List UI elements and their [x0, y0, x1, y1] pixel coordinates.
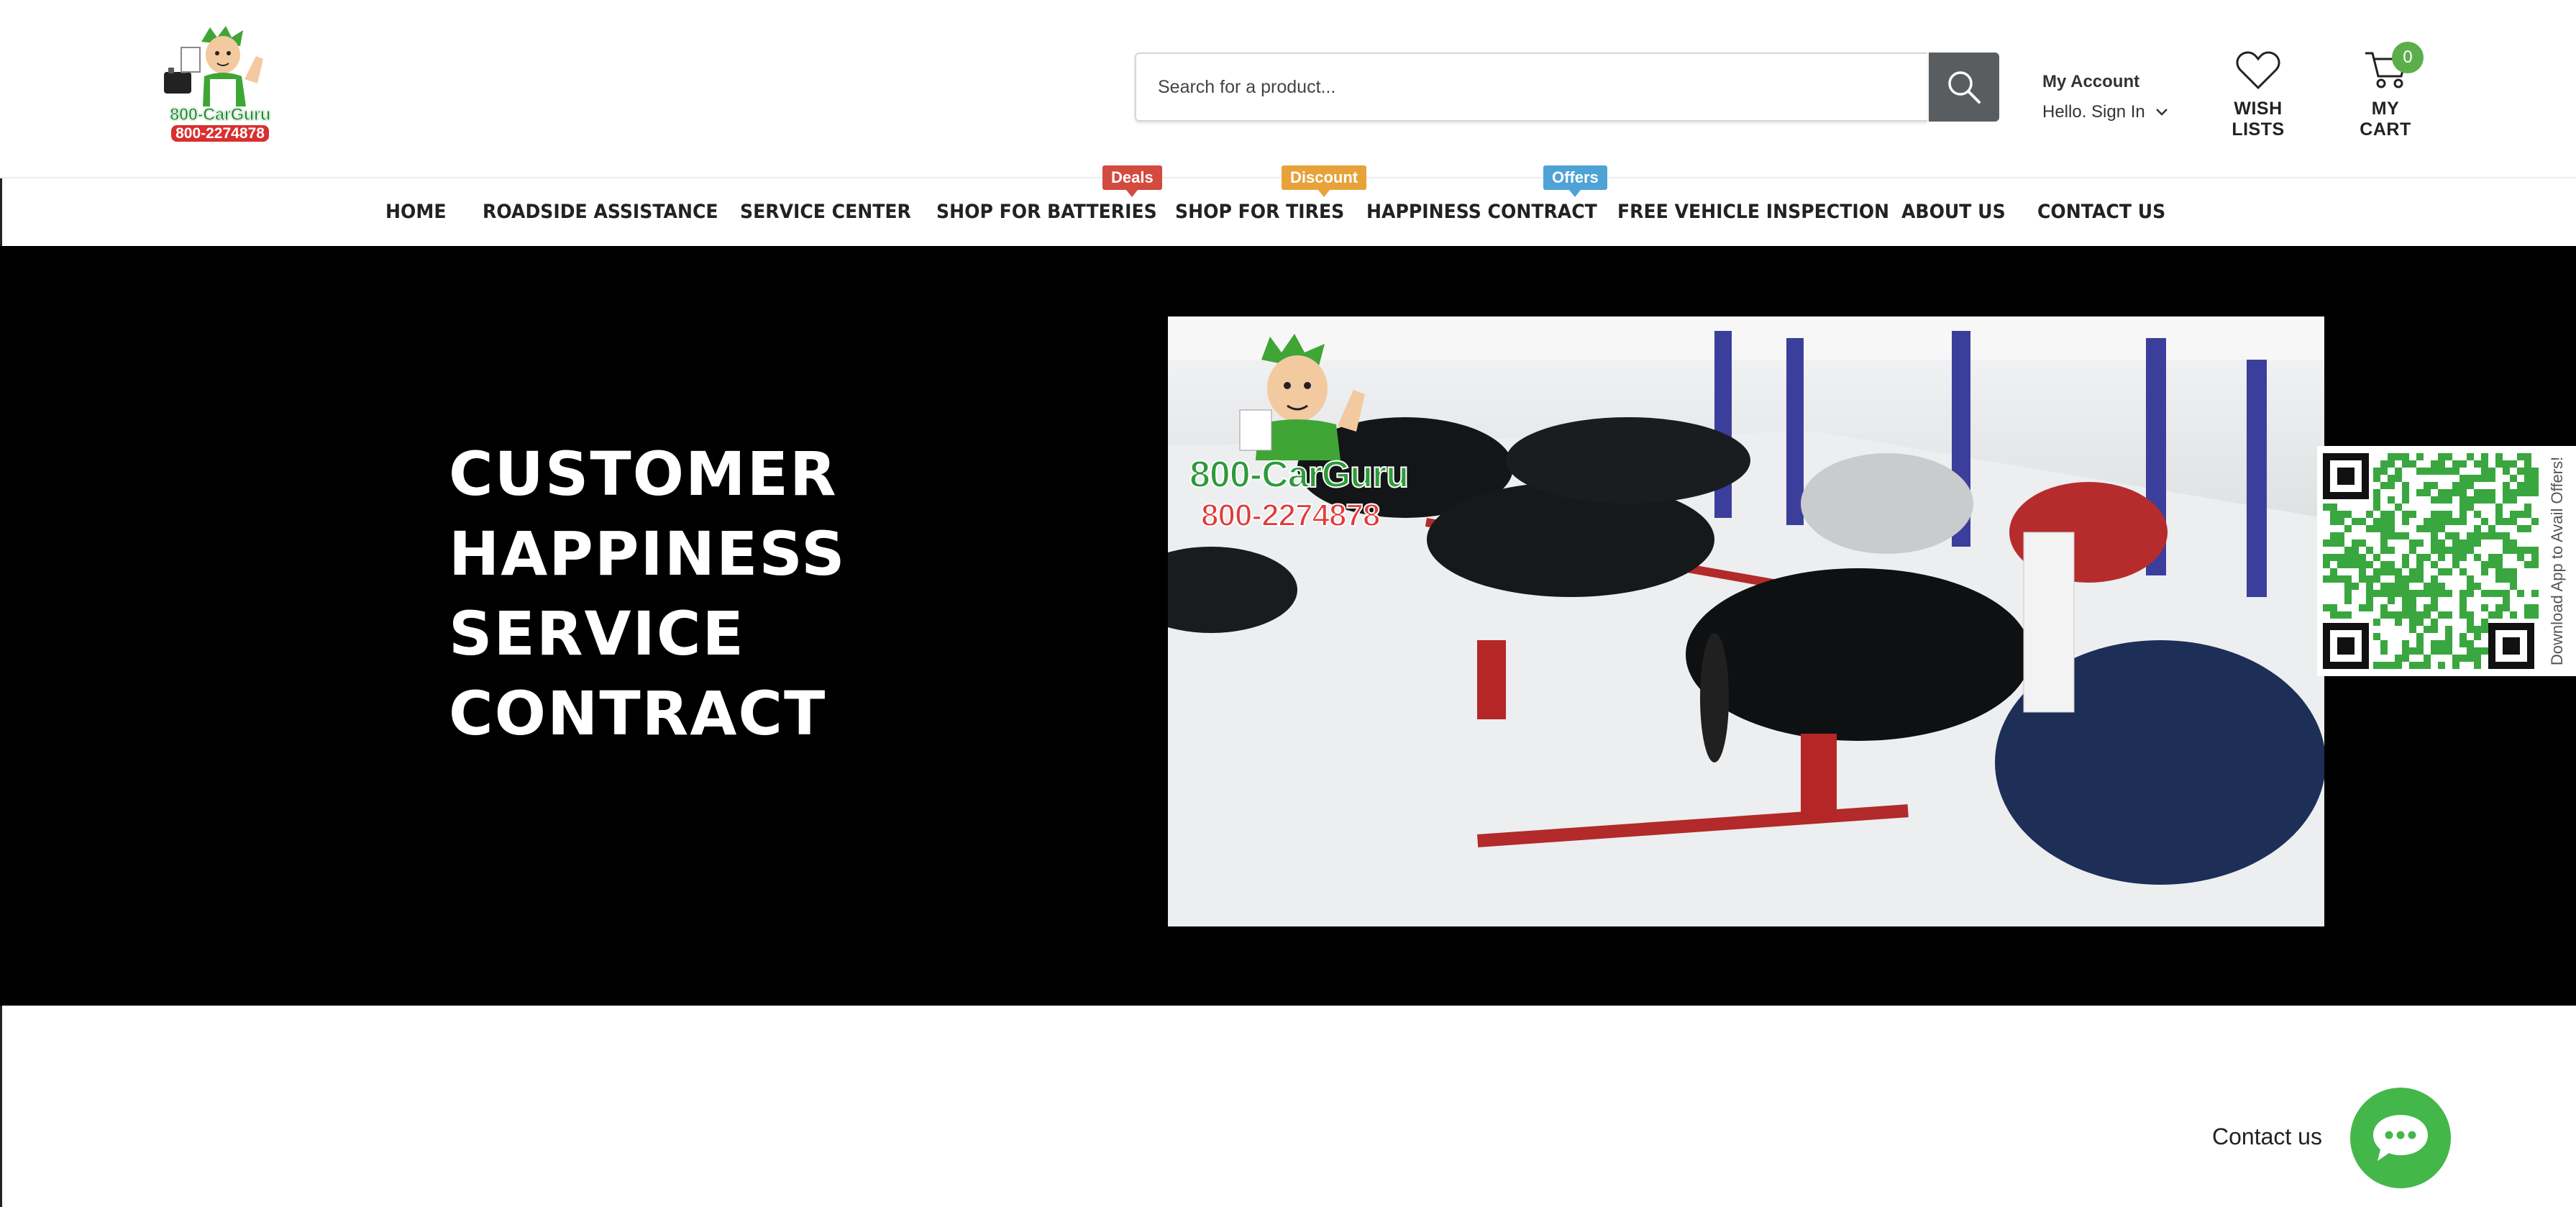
chevron-down-icon — [2155, 109, 2168, 116]
wishlist-button[interactable]: WISH LISTS — [2209, 50, 2307, 140]
qr-code-image — [2323, 453, 2539, 669]
logo-phone-text: 800-2274878 — [160, 125, 280, 142]
app-download-qr-code[interactable] — [2317, 446, 2540, 676]
nav-item-service-center[interactable]: SERVICE CENTER — [740, 178, 911, 246]
deals-badge: Deals — [1102, 165, 1162, 197]
sign-in-link[interactable]: Hello. Sign In — [2042, 102, 2168, 122]
nav-item-roadside-assistance[interactable]: ROADSIDE ASSISTANCE — [483, 178, 718, 246]
offers-badge: Offers — [1543, 165, 1607, 197]
search-input[interactable] — [1135, 53, 1927, 122]
cart-button[interactable]: 0 MY CART — [2346, 42, 2425, 140]
hero-banner: CUSTOMER HAPPINESS SERVICE CONTRACT 800-… — [0, 246, 2576, 1006]
contact-us-label[interactable]: Contact us — [2212, 1124, 2322, 1150]
nav-item-contact-us[interactable]: CONTACT US — [2037, 178, 2165, 246]
mascot-image — [164, 26, 263, 106]
chat-bubble-icon — [2373, 1115, 2428, 1161]
video-overlay-brand: 800-CarGuru — [1189, 453, 1410, 496]
nav-item-home[interactable]: HOME — [385, 178, 447, 246]
cart-label: MY CART — [2360, 99, 2411, 140]
discount-badge: Discount — [1282, 165, 1367, 197]
logo-phone-number: 800-2274878 — [171, 125, 269, 142]
service-center-video[interactable]: 800-CarGuru 800-2274878 — [1168, 316, 2324, 926]
cart-count-badge: 0 — [2392, 42, 2424, 73]
qr-caption-strip: Download App to Avail Offers! — [2539, 446, 2576, 676]
mascot-image — [1239, 334, 1365, 460]
hero-title-line: HAPPINESS — [449, 519, 846, 589]
hero-title-line: CUSTOMER — [449, 439, 838, 509]
account-title: My Account — [2042, 72, 2140, 91]
wishlist-label: WISH LISTS — [2232, 99, 2285, 140]
hero-title-line: SERVICE — [449, 598, 745, 669]
sign-in-text: Hello. Sign In — [2042, 102, 2145, 122]
nav-item-about-us[interactable]: ABOUT US — [1901, 178, 2006, 246]
search-button[interactable] — [1929, 53, 1999, 122]
search-icon — [1948, 71, 1981, 104]
site-logo[interactable]: 800-CarGuru 800-2274878 — [160, 26, 280, 150]
chat-button[interactable] — [2350, 1088, 2451, 1188]
logo-brand-text: 800-CarGuru — [170, 105, 271, 125]
hero-title-line: CONTRACT — [449, 678, 827, 749]
video-overlay-phone: 800-2274878 — [1200, 497, 1381, 534]
heart-icon — [2236, 51, 2280, 90]
search-bar — [1135, 53, 1999, 122]
qr-caption: Download App to Avail Offers! — [2548, 456, 2566, 666]
nav-item-free-vehicle-inspection[interactable]: FREE VEHICLE INSPECTION — [1617, 178, 1889, 246]
site-header: 800-CarGuru 800-2274878 My Account Hello… — [0, 0, 2576, 177]
video-overlay-logo: 800-CarGuru 800-2274878 — [1189, 331, 1410, 534]
hero-title: CUSTOMER HAPPINESS SERVICE CONTRACT — [449, 434, 846, 754]
account-menu[interactable]: My Account Hello. Sign In — [2042, 72, 2168, 122]
